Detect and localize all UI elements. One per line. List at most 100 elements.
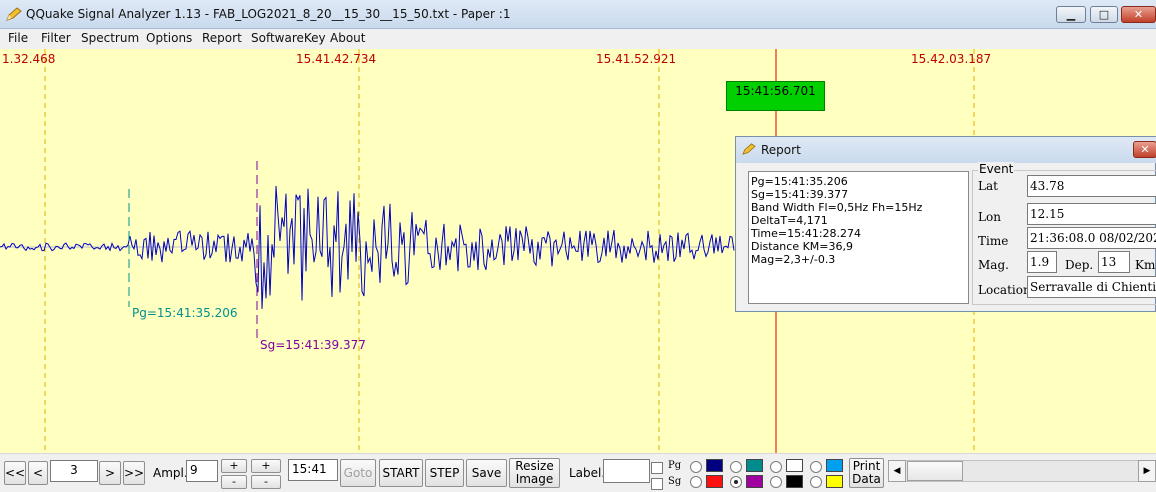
prev-page-button[interactable]: < [28,461,48,485]
cursor-time-box[interactable]: 15:41:56.701 [726,81,825,111]
report-line: Pg=15:41:35.206 [751,175,848,188]
start-button[interactable]: START [379,459,423,487]
menu-spectrum[interactable]: Spectrum [81,31,139,45]
time-label: 15.41.42.734 [296,52,377,66]
app-window: QQuake Signal Analyzer 1.13 - FAB_LOG202… [0,0,1156,492]
step-button[interactable]: STEP [425,459,464,487]
report-line: Sg=15:41:39.377 [751,188,849,201]
ampl-label: Ampl. [153,466,188,480]
maximize-icon: □ [1098,8,1110,21]
bottom-toolbar: << < 3 > >> Ampl. 9 + - + - 15:41 Goto S… [0,453,1156,492]
lon-field[interactable]: 12.15 [1027,203,1156,225]
report-title: Report [761,143,801,157]
report-title-bar[interactable]: Report ✕ [736,137,1156,163]
sg-checkbox-label: Sg [668,476,682,487]
page-number-field[interactable]: 3 [50,460,98,482]
scroll-left-arrow-icon[interactable]: ◀ [888,460,906,482]
color-swatch-black[interactable] [786,475,803,488]
color-swatch-yellow[interactable] [826,475,843,488]
time-label: 1.32.468 [2,52,56,66]
report-line: Band Width Fl=0,5Hz Fh=15Hz [751,201,923,214]
location-label: Location [978,283,1031,297]
menu-bar: File Filter Spectrum Options Report Soft… [0,29,1156,49]
lat-label: Lat [978,179,998,193]
minimize-button[interactable]: ▁ [1056,6,1086,23]
scale-plus-button[interactable]: + [251,459,281,473]
dep-label: Dep. [1065,258,1094,272]
pg-pick-label: Pg=15:41:35.206 [132,306,238,320]
first-page-button[interactable]: << [4,461,26,485]
menu-softwarekey[interactable]: SoftwareKey [251,31,326,45]
color-radio-yellow[interactable] [810,476,822,488]
color-radio-navy[interactable] [690,461,702,473]
label-label: Label. [569,466,606,480]
time-label: 15.41.52.921 [596,52,677,66]
scroll-thumb[interactable] [907,461,963,481]
event-group-legend: Event [978,162,1015,176]
lon-label: Lon [978,210,1001,224]
time-label: Time [978,234,1009,248]
report-close-button[interactable]: ✕ [1133,141,1156,158]
color-swatch-navy[interactable] [706,459,723,472]
sg-checkbox[interactable] [651,478,663,490]
color-swatch-white[interactable] [786,459,803,472]
resize-image-button[interactable]: Resize Image [509,458,560,488]
goto-time-field[interactable]: 15:41 [288,459,338,481]
color-swatch-teal[interactable] [746,459,763,472]
scale-minus-button[interactable]: - [251,475,281,489]
pg-checkbox-label: Pg [668,460,682,471]
pencil-icon [742,143,756,155]
label-field[interactable] [603,459,650,483]
color-radio-white[interactable] [770,461,782,473]
mag-field[interactable]: 1.9 [1027,251,1057,273]
sg-pick-label: Sg=15:41:39.377 [260,338,366,352]
pg-checkbox[interactable] [651,462,663,474]
next-page-button[interactable]: > [99,461,121,485]
menu-file[interactable]: File [8,31,28,45]
time-label: 15.42.03.187 [911,52,992,66]
color-swatch-purple[interactable] [746,475,763,488]
resize-button-line: Image [515,472,554,486]
color-swatch-red[interactable] [706,475,723,488]
save-button[interactable]: Save [466,459,507,487]
location-field[interactable]: Serravalle di Chienti (M [1027,276,1156,298]
window-title: QQuake Signal Analyzer 1.13 - FAB_LOG202… [26,7,511,21]
lat-field[interactable]: 43.78 [1027,175,1156,197]
amplitude-plus-button[interactable]: + [221,459,247,473]
title-bar: QQuake Signal Analyzer 1.13 - FAB_LOG202… [0,0,1156,29]
color-radio-purple[interactable] [730,476,742,488]
amplitude-field[interactable]: 9 [186,460,218,482]
color-swatch-sky[interactable] [826,459,843,472]
report-text-area[interactable]: Pg=15:41:35.206 Sg=15:41:39.377 Band Wid… [748,171,969,304]
close-button[interactable]: ✕ [1121,6,1156,23]
event-time-field[interactable]: 21:36:08.0 08/02/2021 [1027,227,1156,249]
report-line: Mag=2,3+/-0.3 [751,253,836,266]
maximize-button[interactable]: □ [1090,6,1118,23]
color-radio-black[interactable] [770,476,782,488]
menu-about[interactable]: About [330,31,365,45]
color-radio-red[interactable] [690,476,702,488]
print-data-button[interactable]: Print Data [849,458,884,488]
report-dialog: Report ✕ Pg=15:41:35.206 Sg=15:41:39.377… [735,136,1156,312]
report-line: Time=15:41:28.274 [751,227,862,240]
minimize-icon: ▁ [1066,8,1076,21]
mag-label: Mag. [978,258,1009,272]
goto-button[interactable]: Goto [340,459,376,487]
depth-field[interactable]: 13 [1098,251,1130,273]
report-line: DeltaT=4,171 [751,214,828,227]
scroll-right-arrow-icon[interactable]: ▶ [1138,460,1156,482]
km-label: Km [1135,258,1156,272]
menu-filter[interactable]: Filter [41,31,71,45]
seismic-trace [0,185,735,309]
color-radio-sky[interactable] [810,461,822,473]
color-radio-teal[interactable] [730,461,742,473]
menu-options[interactable]: Options [146,31,192,45]
print-button-line: Data [852,472,881,486]
menu-report[interactable]: Report [202,31,242,45]
close-icon: ✕ [1140,143,1150,156]
pencil-icon [6,7,22,21]
amplitude-minus-button[interactable]: - [221,475,247,489]
report-line: Distance KM=36,9 [751,240,854,253]
last-page-button[interactable]: >> [123,461,145,485]
close-icon: ✕ [1133,8,1144,21]
